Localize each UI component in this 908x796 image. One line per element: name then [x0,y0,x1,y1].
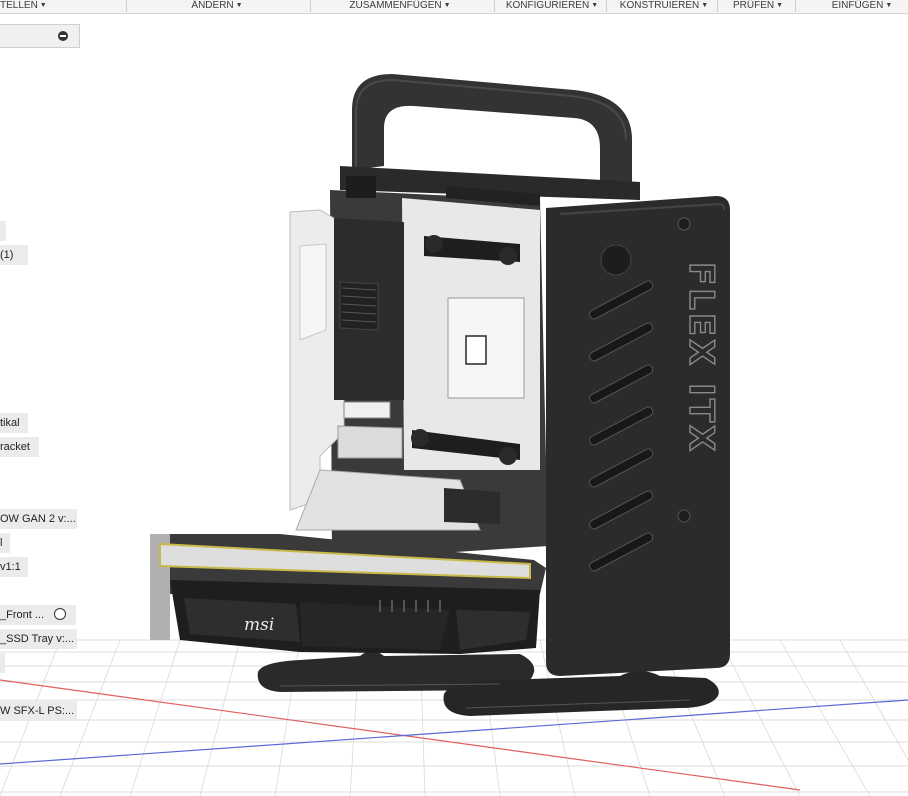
chevron-down-icon: ▼ [885,2,893,9]
canvas-viewport[interactable]: msi FLEX ITX [0,14,908,796]
chevron-down-icon: ▼ [235,2,243,9]
radio-icon[interactable] [54,608,67,620]
toolbar: TELLEN ▼ ÄNDERN ▼ ZUSAMMENFÜGEN ▼ KONFIGURI… [0,0,908,14]
toolbar-divider [795,0,796,12]
browser-node[interactable]: l [0,533,10,553]
browser-node[interactable]: W SFX-L PS:... [0,701,77,721]
browser-node[interactable]: tikal [0,413,28,433]
browser-node[interactable]: racket [0,437,39,457]
browser-node-label: tikal [0,417,20,429]
toolbar-construct-menu[interactable]: KONSTRUIEREN ▼ [616,0,712,13]
chevron-down-icon: ▼ [701,2,709,9]
browser-node-label: OW GAN 2 v:... [0,513,76,525]
toolbar-assemble-label: ZUSAMMENFÜGEN [349,0,442,11]
browser-node[interactable]: _SSD Tray v:... [0,629,77,649]
gpu [150,534,546,654]
gpu-brand-logo: msi [244,615,274,635]
browser-node-label: _Front ... [0,609,45,621]
toolbar-inspect-label: PRÜFEN [732,0,775,11]
toolbar-insert-label: EINFÜGEN [831,0,884,11]
toolbar-modify-menu[interactable]: ÄNDERN ▼ [175,0,259,13]
browser-node-label: (1) [0,249,14,261]
toolbar-divider [717,0,718,12]
toolbar-insert-menu[interactable]: EINFÜGEN ▼ [828,0,896,13]
chevron-down-icon: ▼ [443,2,451,9]
toolbar-construct-label: KONSTRUIEREN [619,0,700,11]
browser-node-label: l [0,537,3,549]
toolbar-divider [494,0,495,12]
browser-node-label: _SSD Tray v:... [0,633,74,645]
toolbar-create-label: TELLEN [0,0,38,11]
toolbar-divider [606,0,607,12]
browser-node[interactable]: OW GAN 2 v:... [0,509,77,529]
browser-node-label: racket [0,441,30,453]
fan-hub [499,247,517,265]
toolbar-configure-label: KONFIGURIEREN [505,0,590,11]
toolbar-configure-menu[interactable]: KONFIGURIEREN ▼ [504,0,600,13]
minus-circle-icon[interactable] [58,31,68,41]
chevron-down-icon: ▼ [39,2,47,9]
browser-node[interactable]: v1:1 [0,557,28,577]
browser-node[interactable] [0,221,6,241]
chevron-down-icon: ▼ [776,2,784,9]
toolbar-modify-label: ÄNDERN [191,0,234,11]
fan-hub [425,235,443,253]
browser-node-label: v1:1 [0,561,21,573]
fan-hub [411,429,429,447]
model-render: msi FLEX ITX [0,74,908,796]
browser-node-label: W SFX-L PS:... [0,705,75,717]
browser-header [0,24,80,48]
browser-node[interactable] [0,653,5,673]
cpu-socket-latch [465,335,487,365]
toolbar-assemble-menu[interactable]: ZUSAMMENFÜGEN ▼ [340,0,460,13]
case-handle [340,74,640,200]
fan-hub [499,447,517,465]
power-connector [346,176,376,198]
toolbar-divider [126,0,127,12]
toolbar-inspect-menu[interactable]: PRÜFEN ▼ [730,0,786,13]
browser-node[interactable]: (1) [0,245,28,265]
toolbar-create-menu[interactable]: TELLEN ▼ [0,0,48,13]
chevron-down-icon: ▼ [591,2,599,9]
case-logo: FLEX ITX [681,262,721,454]
toolbar-divider [310,0,311,12]
browser-node[interactable]: _Front ... [0,605,76,625]
